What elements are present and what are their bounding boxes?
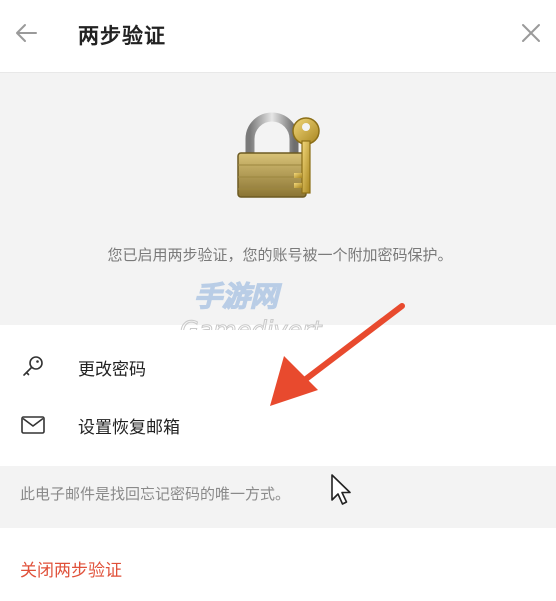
- hero-section: 您已启用两步验证，您的账号被一个附加密码保护。: [0, 73, 556, 325]
- arrow-left-icon: [16, 24, 37, 42]
- mail-icon: [21, 416, 45, 434]
- close-icon: [522, 24, 540, 42]
- settings-menu: 更改密码 设置恢复邮箱: [0, 330, 556, 464]
- hero-description: 您已启用两步验证，您的账号被一个附加密码保护。: [107, 246, 453, 264]
- close-button[interactable]: [516, 18, 546, 48]
- disable-two-step-button[interactable]: 关闭两步验证: [20, 556, 122, 581]
- padlock-key-icon: [237, 112, 320, 198]
- change-password-label: 更改密码: [78, 360, 146, 380]
- info-note: 此电子邮件是找回忘记密码的唯一方式。: [0, 466, 556, 528]
- change-password-item[interactable]: 更改密码: [0, 342, 556, 396]
- key-icon: [23, 356, 43, 376]
- recovery-email-item[interactable]: 设置恢复邮箱: [0, 400, 556, 454]
- back-button[interactable]: [12, 18, 42, 48]
- page-title: 两步验证: [78, 24, 166, 48]
- note-text: 此电子邮件是找回忘记密码的唯一方式。: [20, 485, 291, 503]
- header-bar: 两步验证: [0, 0, 556, 73]
- recovery-email-label: 设置恢复邮箱: [78, 418, 180, 438]
